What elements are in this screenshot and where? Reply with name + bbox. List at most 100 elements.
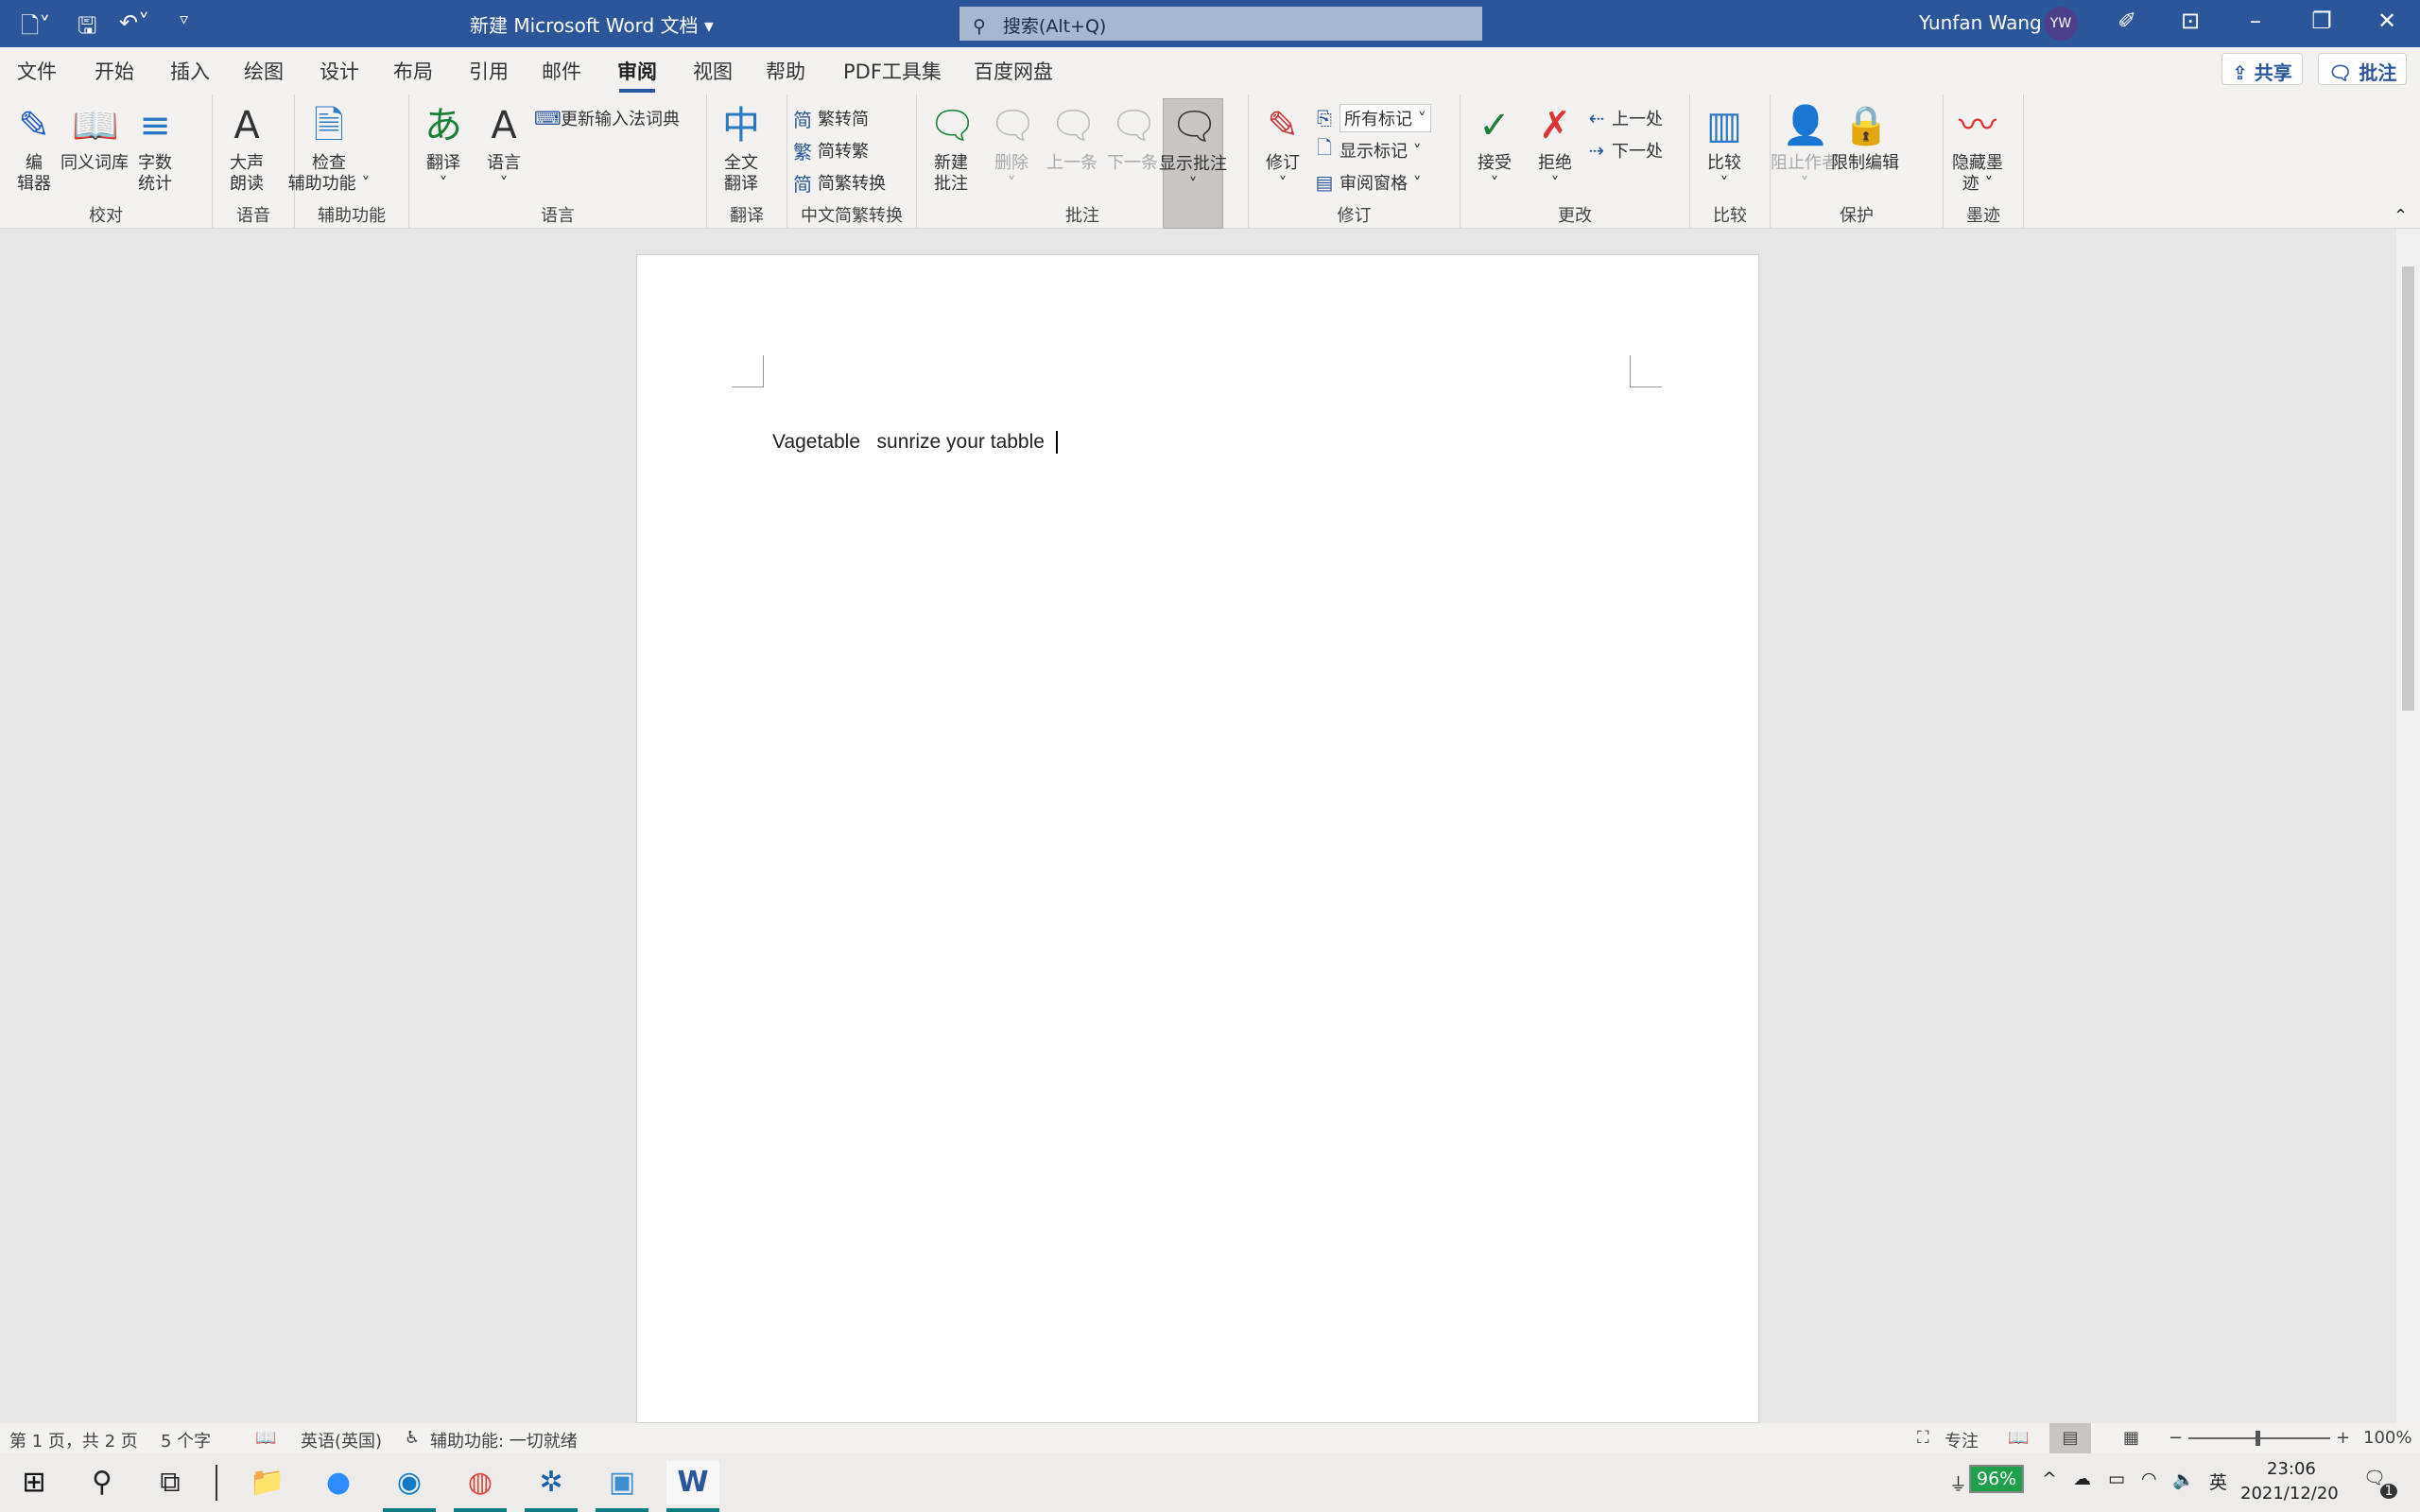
search-input[interactable]: ⚲ 搜索(Alt+Q) [959,7,1482,41]
ribbon-small-icon: ⌨ [534,107,562,129]
windows-start-icon[interactable]: ⊞ [8,1461,60,1504]
ribbon-group-10: 👤 阻止作者 ˅ 🔒 限制编辑 保护 [1771,94,1944,229]
document-title[interactable]: 新建 Microsoft Word 文档 ▾ [470,10,714,38]
page-count[interactable]: 第 1 页，共 2 页 [9,1428,138,1452]
power-plug-icon: ⏚ [1949,1474,1968,1495]
tab-3[interactable]: 绘图 [244,57,284,85]
ribbon-button-label: 删除 ˅ [994,153,1028,194]
ribbon-group-label: 语音 [236,206,270,226]
accessibility-icon: ♿ [405,1428,421,1448]
ribbon-small-icon: ▤ [1315,171,1334,194]
customize-quick-access-icon[interactable]: ▿ [180,9,188,29]
tab-1[interactable]: 开始 [95,57,134,85]
ribbon-group-8: ✓ 接受 ˅ ✗ 拒绝 ˅ ⇠ 上一处 ⇢ 下一处 更改 [1461,94,1690,229]
ribbon-button-label: 下一条 [1107,153,1158,173]
accessibility-status[interactable]: 辅助功能: 一切就绪 [430,1428,578,1452]
avatar[interactable]: YW [2044,7,2078,41]
ribbon-button-label: 新建 批注 [934,153,968,194]
search-icon: ⚲ [973,16,986,37]
显示批注-icon: 🗨 [1170,105,1219,148]
undo-icon[interactable]: ↶˅ [119,9,149,36]
language-status[interactable]: 英语(英国) [301,1428,382,1452]
volume-icon[interactable]: 🔈 [2172,1469,2195,1490]
tab-0[interactable]: 文件 [17,57,57,85]
ribbon-small-button[interactable]: ▤ 审阅窗格 ˅ [1313,166,1431,198]
tab-5[interactable]: 布局 [393,57,433,85]
web-layout-icon[interactable]: ▦ [2123,1428,2139,1448]
ribbon-group-label: 翻译 [730,206,764,226]
ribbon-small-button[interactable]: 简繁转简 [791,102,886,134]
zoom-in-button[interactable]: + [2336,1428,2350,1448]
print-layout-icon[interactable]: ▤ [2049,1423,2091,1453]
ribbon-small-button[interactable]: ⌨ 更新输入法词典 [534,102,680,134]
margin-corner [1630,355,1662,387]
chrome-icon[interactable]: ◍ [454,1461,507,1512]
file-explorer-icon[interactable]: 📁 [241,1461,294,1504]
focus-icon[interactable]: ⛶ [1917,1428,1929,1448]
new-document-icon[interactable]: 🗋˅ [21,9,50,48]
read-mode-icon[interactable]: 📖 [2008,1428,2029,1448]
ribbon-small-button[interactable]: 繁简转繁 [791,134,886,166]
ime-indicator[interactable]: 英 [2209,1469,2227,1494]
zoom-level[interactable]: 100% [2363,1428,2411,1448]
clock-date[interactable]: 2021/12/20 [2240,1484,2339,1503]
notification-count: 1 [2380,1484,2397,1499]
minimize-button[interactable]: – [2237,8,2274,34]
collapse-ribbon-icon[interactable]: ⌃ [2394,206,2408,226]
document-page[interactable]: Vagetable sunrize your tabble [636,254,1759,1423]
battery-indicator[interactable]: 96% [1969,1465,2025,1493]
tab-2[interactable]: 插入 [170,57,210,85]
ribbon-small-button[interactable]: ⇠ 上一处 [1585,102,1663,134]
tab-11[interactable]: PDF工具集 [843,57,942,85]
share-label: 共享 [2254,61,2292,84]
tab-4[interactable]: 设计 [320,57,359,85]
search-icon[interactable]: ⚲ [76,1461,129,1504]
restore-button[interactable]: ❐ [2303,8,2341,34]
ribbon-small-button[interactable]: 🗋 显示标记 ˅ [1313,134,1431,166]
ribbon-small-button[interactable]: ⇢ 下一处 [1585,134,1663,166]
onedrive-icon[interactable]: ☁ [2073,1469,2091,1489]
tab-12[interactable]: 百度网盘 [974,57,1053,85]
ribbon-small-button[interactable]: 简简繁转换 [791,166,886,198]
word-icon[interactable]: W [666,1461,719,1512]
ribbon-display-options-icon[interactable]: ⊡ [2171,8,2209,34]
close-button[interactable]: ✕ [2368,8,2406,34]
scrollbar-thumb[interactable] [2402,266,2414,711]
tab-6[interactable]: 引用 [469,57,509,85]
ribbon-group-2: 🗎 检查 辅助功能 ˅ 辅助功能 [288,94,409,229]
vertical-scrollbar[interactable] [2396,229,2420,1423]
focus-mode[interactable]: 专注 [1945,1428,1979,1452]
clock-time[interactable]: 23:06 [2267,1459,2316,1479]
user-name[interactable]: Yunfan Wang [1919,11,2042,34]
tab-7[interactable]: 邮件 [542,57,581,85]
ribbon-small-label: 显示标记 ˅ [1340,142,1422,162]
tab-10[interactable]: 帮助 [766,57,805,85]
tab-9[interactable]: 视图 [693,57,733,85]
zoom-out-button[interactable]: − [2169,1428,2183,1448]
wifi-icon[interactable]: ◠ [2141,1469,2157,1489]
remote-desktop-icon[interactable]: ▣ [596,1461,648,1512]
ribbon-small-icon: ⎘ [1317,107,1332,129]
ribbon-small-label: 更新输入法词典 [561,110,680,129]
zoom-app-icon[interactable]: ● [312,1461,365,1504]
document-body[interactable]: Vagetable sunrize your tabble [772,431,1058,455]
comments-button[interactable]: 🗨 批注 [2318,53,2408,85]
ribbon-small-button[interactable]: ⎘ 所有标记 ˅ [1313,102,1431,134]
proofing-icon[interactable]: 📖 [255,1428,276,1448]
save-icon[interactable]: 🖫 [78,9,96,48]
edge-icon[interactable]: ◉ [383,1461,436,1512]
zoom-slider-thumb[interactable] [2256,1431,2260,1446]
show-hidden-icons[interactable]: ^ [2042,1469,2057,1489]
pen-icon[interactable]: ✐ [2108,8,2146,34]
接受-icon: ✓ [1478,104,1511,147]
task-view-icon[interactable]: ⧉ [144,1461,197,1504]
battery-icon[interactable]: ▭ [2108,1469,2125,1489]
ribbon-small-label: 繁转简 [818,110,869,129]
share-button[interactable]: ⇪ 共享 [2221,53,2303,85]
app-icon[interactable]: ✲ [525,1461,578,1512]
word-count[interactable]: 5 个字 [161,1428,211,1452]
ribbon-group-6: 🗨 新建 批注 🗨 删除 ˅ 🗨 上一条 🗨 下一条 🗨 显示批注 ˅ 批注 [917,94,1249,229]
ribbon-group-11: 〰隐藏墨 迹 ˅ 墨迹 [1944,94,2024,229]
全文-icon: 中 [722,104,760,147]
tab-8[interactable]: 审阅 [617,57,657,93]
